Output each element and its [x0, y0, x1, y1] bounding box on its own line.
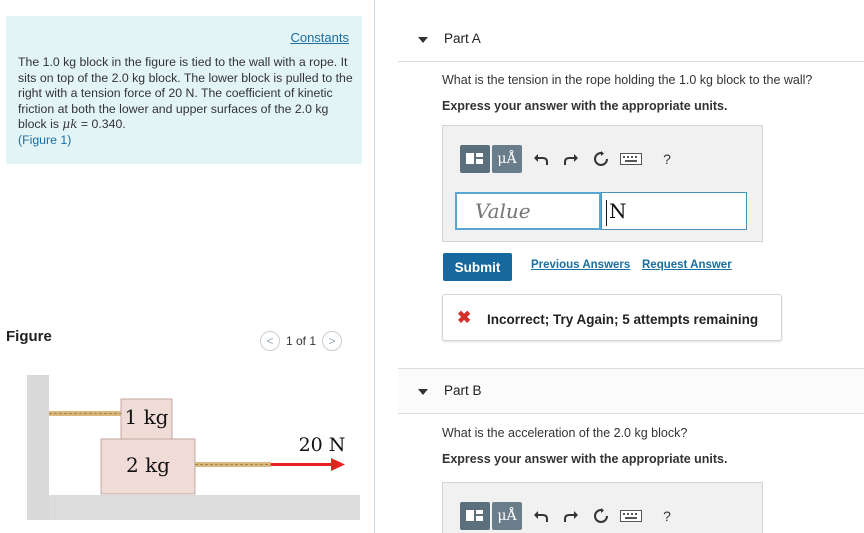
incorrect-x-icon: ✖ [457, 308, 472, 327]
undo-icon [534, 511, 548, 522]
part-a-toolbar: μÅ ? [460, 144, 680, 174]
undo-button[interactable] [528, 502, 554, 530]
left-panel: Constants The 1.0 kg block in the figure… [0, 0, 374, 533]
wall [27, 375, 49, 520]
redo-button[interactable] [558, 502, 584, 530]
part-b-header[interactable]: Part B [398, 368, 864, 414]
reset-button[interactable] [588, 502, 614, 530]
problem-text-value: = 0.340. [77, 117, 126, 132]
templates-button[interactable] [460, 145, 490, 173]
problem-statement-box: Constants The 1.0 kg block in the figure… [6, 16, 362, 164]
feedback-message: ✖ Incorrect; Try Again; 5 attempts remai… [442, 294, 782, 341]
help-icon: ? [663, 151, 671, 167]
part-a-header[interactable]: Part A [398, 16, 864, 62]
reset-button[interactable] [588, 145, 614, 173]
part-b-answer-box: μÅ ? [442, 482, 763, 533]
templates-icon [466, 510, 483, 521]
redo-button[interactable] [558, 145, 584, 173]
collapse-triangle-icon [418, 389, 428, 395]
force-label: 20 N [299, 434, 346, 456]
force-arrowhead [331, 458, 345, 471]
lower-block-label: 2 kg [126, 453, 170, 477]
units-button[interactable]: μÅ [492, 145, 522, 173]
part-b-instruction: Express your answer with the appropriate… [442, 452, 728, 466]
figure-heading: Figure [6, 328, 52, 345]
part-b-toolbar: μÅ ? [460, 501, 680, 531]
units-label: μÅ [497, 508, 517, 524]
value-input[interactable] [455, 192, 601, 230]
part-a-answer-box: μÅ ? N [442, 125, 763, 242]
redo-icon [564, 511, 578, 522]
unit-value: N [609, 199, 627, 223]
help-button[interactable]: ? [654, 502, 680, 530]
problem-text: The 1.0 kg block in the figure is tied t… [18, 55, 356, 149]
undo-button[interactable] [528, 145, 554, 173]
chevron-left-icon: < [266, 334, 274, 348]
keyboard-icon [620, 153, 642, 165]
figure-page-indicator: 1 of 1 [286, 334, 317, 348]
undo-icon [534, 154, 548, 165]
collapse-triangle-icon [418, 37, 428, 43]
text-caret [606, 199, 607, 226]
templates-icon [466, 153, 483, 164]
part-a-question: What is the tension in the rope holding … [442, 73, 813, 87]
mastering-physics-page: Constants The 1.0 kg block in the figure… [0, 0, 864, 533]
help-icon: ? [663, 508, 671, 524]
constants-link[interactable]: Constants [290, 30, 349, 45]
blocks-figure: 1 kg 2 kg 20 N [27, 375, 360, 520]
reset-icon [594, 151, 608, 166]
prev-figure-button[interactable]: < [260, 331, 280, 351]
part-a-title: Part A [444, 31, 481, 46]
unit-input[interactable]: N [601, 192, 747, 230]
chevron-right-icon: > [328, 334, 336, 348]
keyboard-icon [620, 510, 642, 522]
next-figure-button[interactable]: > [322, 331, 343, 351]
part-b-question: What is the acceleration of the 2.0 kg b… [442, 426, 688, 440]
units-button[interactable]: μÅ [492, 502, 522, 530]
keyboard-button[interactable] [618, 502, 644, 530]
reset-icon [594, 508, 608, 523]
part-b-title: Part B [444, 383, 482, 398]
mu-k-symbol: μk [62, 117, 78, 132]
keyboard-button[interactable] [618, 145, 644, 173]
figure-link[interactable]: (Figure 1) [18, 133, 71, 147]
upper-block-label: 1 kg [124, 405, 168, 429]
templates-button[interactable] [460, 502, 490, 530]
previous-answers-link[interactable]: Previous Answers [531, 259, 630, 271]
floor [49, 495, 360, 520]
feedback-text: Incorrect; Try Again; 5 attempts remaini… [487, 312, 759, 327]
redo-icon [564, 154, 578, 165]
help-button[interactable]: ? [654, 145, 680, 173]
units-label: μÅ [497, 151, 517, 167]
column-divider [374, 0, 375, 533]
request-answer-link[interactable]: Request Answer [642, 259, 732, 271]
part-a-instruction: Express your answer with the appropriate… [442, 99, 728, 113]
figure-pager: < 1 of 1 > [260, 330, 343, 352]
submit-button[interactable]: Submit [443, 253, 512, 281]
